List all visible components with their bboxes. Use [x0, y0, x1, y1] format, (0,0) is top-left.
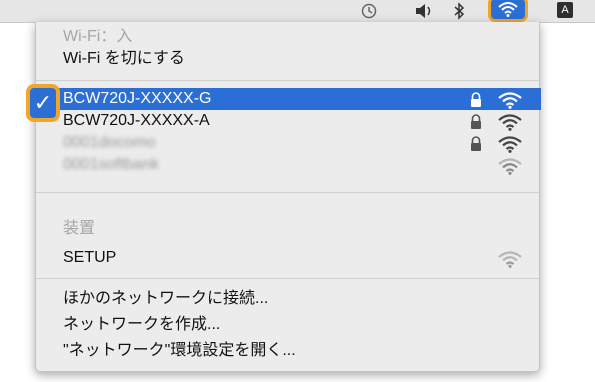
wifi-signal-icon — [498, 251, 522, 268]
lock-icon — [471, 114, 481, 129]
lock-icon — [471, 92, 481, 107]
devices-header: 装置 — [63, 220, 96, 237]
device-item-setup[interactable]: SETUP — [36, 247, 541, 269]
network-item[interactable]: 0001docomo — [36, 132, 541, 154]
network-item[interactable]: BCW720J-XXXXX-A — [36, 110, 541, 132]
input-source-icon[interactable]: A — [557, 2, 573, 18]
open-network-preferences-menu-item[interactable]: "ネットワーク"環境設定を開く... — [36, 340, 541, 362]
wifi-menu-bar-button[interactable] — [488, 0, 528, 22]
network-item[interactable]: 0001softbank — [36, 154, 541, 176]
network-name: 0001softbank — [63, 156, 160, 173]
network-name: 0001docomo — [63, 134, 156, 151]
menu-separator — [36, 192, 541, 193]
wifi-signal-icon — [498, 114, 522, 131]
selected-checkmark-icon: ✓ — [26, 84, 60, 122]
wifi-dropdown-menu: Wi-Fi：入 Wi-Fi を切にする BCW720J-XXXXX-G BCW7… — [35, 22, 541, 372]
time-machine-icon[interactable] — [360, 2, 378, 20]
menu-bar: A — [0, 0, 595, 23]
create-network-menu-item[interactable]: ネットワークを作成... — [36, 314, 541, 336]
wifi-toggle-menu-item[interactable]: Wi-Fi を切にする — [36, 48, 541, 70]
wifi-signal-icon — [498, 136, 522, 153]
menu-separator — [36, 278, 541, 279]
network-name: BCW720J-XXXXX-G — [63, 90, 212, 107]
wifi-status-label: Wi-Fi：入 — [63, 28, 133, 45]
network-item-selected[interactable]: BCW720J-XXXXX-G — [36, 88, 541, 110]
menu-separator — [36, 80, 541, 81]
bluetooth-icon[interactable] — [453, 2, 465, 20]
wifi-signal-icon — [498, 158, 522, 175]
volume-icon[interactable] — [414, 2, 434, 20]
join-other-network-menu-item[interactable]: ほかのネットワークに接続... — [36, 288, 541, 310]
wifi-icon — [498, 2, 518, 17]
device-name: SETUP — [63, 249, 117, 266]
lock-icon — [471, 136, 481, 151]
network-name: BCW720J-XXXXX-A — [63, 112, 210, 129]
wifi-signal-icon — [498, 92, 522, 109]
